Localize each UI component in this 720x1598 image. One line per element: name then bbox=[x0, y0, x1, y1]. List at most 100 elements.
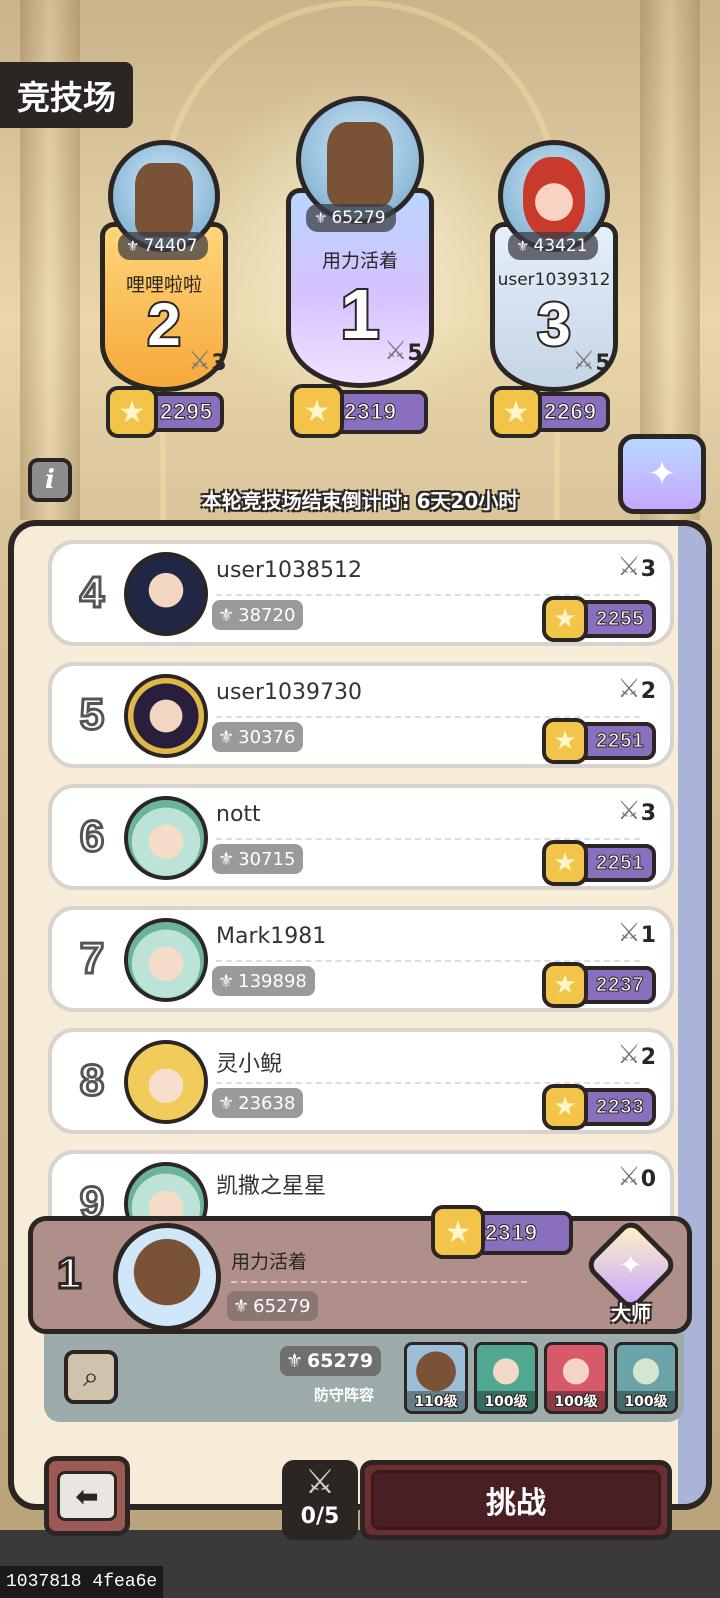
power-emblem-icon: ⚜ bbox=[218, 970, 235, 992]
power-emblem-icon: ⚜ bbox=[218, 848, 235, 870]
attack-count: ⚔ 2 bbox=[617, 1040, 656, 1070]
avatar bbox=[113, 1223, 221, 1331]
divider bbox=[231, 1281, 527, 1283]
star-icon: ★ bbox=[290, 384, 344, 438]
score-pill: ★ 2233 bbox=[542, 1084, 656, 1130]
rank-number: 5 bbox=[78, 689, 105, 741]
leaderboard-row[interactable]: 7 Mark1981 ⚜ 139898 ⚔ 1 ★ 2237 bbox=[48, 906, 674, 1012]
power-emblem-icon: ⚜ bbox=[218, 726, 235, 748]
player-name: user1039730 bbox=[216, 680, 362, 705]
hero-card[interactable]: 100级 bbox=[474, 1342, 538, 1414]
score-pill: ★ 2319 bbox=[431, 1205, 573, 1259]
tier-label: 大师 bbox=[611, 1301, 651, 1325]
player-name: 用力活着 bbox=[321, 250, 398, 272]
hero-level: 110级 bbox=[407, 1391, 465, 1411]
power-emblem-icon: ⚜ bbox=[218, 1092, 235, 1114]
score-pill: ★ 2251 bbox=[542, 840, 656, 886]
podium-first[interactable]: ⚜ 65279 用力活着 1 ⚔ 5 ★ 2319 bbox=[284, 96, 436, 442]
star-icon: ★ bbox=[542, 840, 588, 886]
crossed-swords-icon: ⚔ bbox=[617, 918, 641, 948]
star-icon: ★ bbox=[542, 596, 588, 642]
tier-badge[interactable]: ✦ 大师 bbox=[581, 1216, 681, 1331]
player-name: nott bbox=[216, 802, 261, 827]
player-name: 灵小鲵 bbox=[216, 1052, 283, 1077]
power-emblem-icon: ⚜ bbox=[126, 237, 140, 255]
back-button[interactable]: ⬅ bbox=[44, 1456, 130, 1536]
attack-count: ⚔ 5 bbox=[384, 336, 423, 366]
defense-lineup: ⌕ ⚜ 65279 防守阵容 110级 100级 100级 100级 bbox=[44, 1334, 684, 1422]
star-icon: ★ bbox=[490, 386, 542, 438]
power-badge: ⚜ 30715 bbox=[212, 844, 304, 874]
leaderboard-row[interactable]: 6 nott ⚜ 30715 ⚔ 3 ★ 2251 bbox=[48, 784, 674, 890]
challenge-label: 挑战 bbox=[371, 1470, 661, 1530]
leaderboard-row[interactable]: 5 user1039730 ⚜ 30376 ⚔ 2 ★ 2251 bbox=[48, 662, 674, 768]
hero-card[interactable]: 100级 bbox=[544, 1342, 608, 1414]
avatar bbox=[124, 796, 208, 880]
page-title: 竞技场 bbox=[0, 62, 133, 128]
crossed-swords-icon: ⚔ bbox=[384, 336, 408, 366]
star-icon: ★ bbox=[542, 718, 588, 764]
power-badge: ⚜ 38720 bbox=[212, 600, 304, 630]
score-pill: ★ 2295 bbox=[106, 386, 224, 438]
star-icon: ★ bbox=[542, 1084, 588, 1130]
rank-number: 6 bbox=[78, 811, 105, 863]
star-icon: ★ bbox=[106, 386, 158, 438]
hero-card[interactable]: 100级 bbox=[614, 1342, 678, 1414]
hero-list: 110级 100级 100级 100级 bbox=[404, 1342, 678, 1414]
score-pill: ★ 2251 bbox=[542, 718, 656, 764]
power-emblem-icon: ⚜ bbox=[286, 1350, 304, 1372]
hero-card[interactable]: 110级 bbox=[404, 1342, 468, 1414]
crossed-swords-icon: ⚔ bbox=[188, 346, 212, 376]
podium-second[interactable]: ⚜ 74407 哩哩啦啦 2 ⚔ 3 ★ 2295 bbox=[96, 140, 232, 440]
leaderboard-panel: 4 user1038512 ⚜ 38720 ⚔ 3 ★ 2255 5 user1039… bbox=[8, 520, 712, 1510]
star-icon: ★ bbox=[431, 1205, 485, 1259]
my-rank-card[interactable]: 1 用力活着 ⚜ 65279 ★ 2319 ✦ 大师 bbox=[28, 1205, 692, 1334]
view-lineup-button[interactable]: ⌕ bbox=[64, 1350, 118, 1404]
crossed-swords-icon: ⚔ bbox=[572, 346, 596, 376]
power-emblem-icon: ⚜ bbox=[218, 604, 235, 626]
power-badge: ⚜ 65279 bbox=[306, 204, 396, 232]
rank-number: 1 bbox=[55, 1248, 83, 1300]
rank-number: 8 bbox=[78, 1055, 105, 1107]
leaderboard-list[interactable]: 4 user1038512 ⚜ 38720 ⚔ 3 ★ 2255 5 user1039… bbox=[14, 526, 706, 1230]
crossed-swords-icon: ⚔ bbox=[617, 1040, 641, 1070]
player-name: 用力活着 bbox=[231, 1251, 308, 1273]
leaderboard-row[interactable]: 4 user1038512 ⚜ 38720 ⚔ 3 ★ 2255 bbox=[48, 540, 674, 646]
score-pill: ★ 2269 bbox=[490, 386, 610, 438]
player-name: Mark1981 bbox=[216, 924, 327, 949]
attempts-counter: ⚔ 0/5 bbox=[282, 1460, 358, 1540]
countdown-text: 本轮竞技场结束倒计时: 6天20小时 bbox=[201, 489, 519, 513]
hero-level: 100级 bbox=[477, 1391, 535, 1411]
attack-count: ⚔ 3 bbox=[617, 796, 656, 826]
power-badge: ⚜ 30376 bbox=[212, 722, 304, 752]
attack-count: ⚔ 1 bbox=[617, 918, 656, 948]
magnifier-icon: ⌕ bbox=[83, 1360, 99, 1393]
player-name: 凯撒之星星 bbox=[216, 1174, 327, 1199]
power-emblem-icon: ⚜ bbox=[233, 1295, 250, 1317]
player-name: user1038512 bbox=[216, 558, 362, 583]
attack-count: ⚔ 3 bbox=[617, 552, 656, 582]
hero-level: 100级 bbox=[547, 1391, 605, 1411]
score-pill: ★ 2237 bbox=[542, 962, 656, 1008]
power-badge: ⚜ 139898 bbox=[212, 966, 315, 996]
avatar bbox=[124, 674, 208, 758]
power-badge: ⚜ 74407 bbox=[118, 232, 208, 260]
leaderboard-row[interactable]: 8 灵小鲵 ⚜ 23638 ⚔ 2 ★ 2233 bbox=[48, 1028, 674, 1134]
back-arrow-icon: ⬅ bbox=[75, 1479, 99, 1513]
challenge-button[interactable]: 挑战 bbox=[360, 1460, 672, 1540]
attack-count: ⚔ 5 bbox=[572, 346, 611, 376]
defense-power: ⚜ 65279 bbox=[280, 1346, 382, 1376]
crossed-swords-icon: ⚔ bbox=[617, 674, 641, 704]
crossed-swords-icon: ⚔ bbox=[617, 1162, 641, 1192]
crossed-swords-icon: ⚔ bbox=[617, 552, 641, 582]
power-badge: ⚜ 23638 bbox=[212, 1088, 304, 1118]
power-emblem-icon: ⚜ bbox=[314, 209, 328, 227]
power-badge: ⚜ 65279 bbox=[227, 1291, 319, 1321]
build-id: 1037818 4fea6e bbox=[0, 1566, 164, 1598]
attack-count: ⚔ 3 bbox=[188, 346, 227, 376]
hero-level: 100级 bbox=[617, 1391, 675, 1411]
podium-third[interactable]: ⚜ 43421 user1039312 3 ⚔ 5 ★ 2269 bbox=[486, 140, 622, 440]
power-emblem-icon: ⚜ bbox=[516, 237, 530, 255]
star-icon: ★ bbox=[542, 962, 588, 1008]
rank-number: 7 bbox=[78, 933, 105, 985]
